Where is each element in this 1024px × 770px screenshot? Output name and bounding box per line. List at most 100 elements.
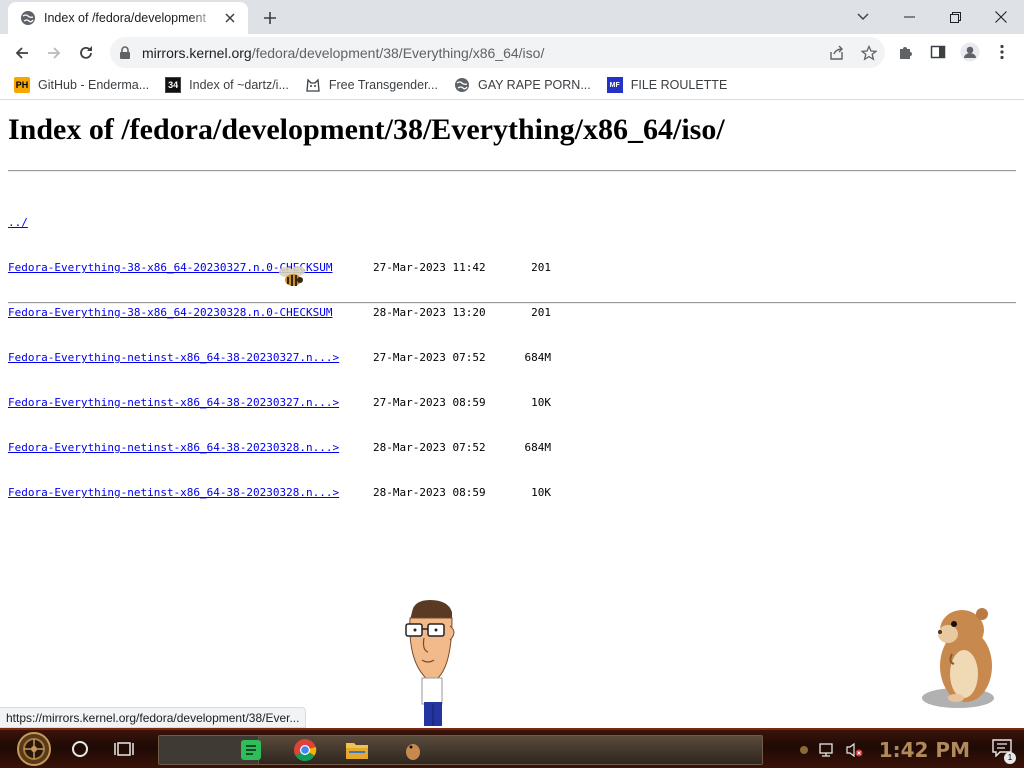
bookmark-star-button[interactable] xyxy=(853,37,885,68)
url-text: mirrors.kernel.org/fedora/development/38… xyxy=(142,44,545,61)
avatar-icon xyxy=(960,42,980,62)
cartoon-man-desktop-pet[interactable] xyxy=(400,598,462,728)
arrow-right-icon xyxy=(48,46,61,59)
lock-icon[interactable] xyxy=(118,45,132,60)
close-window-button[interactable] xyxy=(978,0,1024,34)
list-item: ../ xyxy=(8,215,551,230)
steampunk-start-icon xyxy=(17,732,51,766)
list-item: Fedora-Everything-38-x86_64-20230328.n.0… xyxy=(8,305,551,320)
taskbar-apps-strip xyxy=(158,735,763,765)
minimize-button[interactable] xyxy=(886,0,932,34)
address-bar[interactable]: mirrors.kernel.org/fedora/development/38… xyxy=(110,37,885,68)
network-icon[interactable] xyxy=(819,742,837,758)
list-item: Fedora-Everything-netinst-x86_64-38-2023… xyxy=(8,440,551,455)
list-item: Fedora-Everything-netinst-x86_64-38-2023… xyxy=(8,395,551,410)
file-link[interactable]: Fedora-Everything-netinst-x86_64-38-2023… xyxy=(8,486,339,499)
parent-directory-link[interactable]: ../ xyxy=(8,215,28,230)
file-date: 28-Mar-2023 07:52 xyxy=(373,441,486,454)
hamster-desktop-pet[interactable] xyxy=(918,602,1008,712)
reload-icon xyxy=(80,46,92,59)
cortana-circle-icon xyxy=(72,741,88,757)
task-view-icon xyxy=(114,742,134,756)
bookmark-label: GAY RAPE PORN... xyxy=(477,78,591,92)
file-size: 684M xyxy=(524,441,552,454)
notification-badge: 1 xyxy=(1004,751,1016,764)
bookmark-label: GitHub - Enderma... xyxy=(38,78,150,92)
bookmark-free-transgender[interactable]: Free Transgender... xyxy=(299,73,444,97)
file-listing: ../ Fedora-Everything-38-x86_64-20230327… xyxy=(8,185,551,530)
share-icon xyxy=(830,45,843,60)
tab-strip: Index of /fedora/development xyxy=(0,0,1024,34)
restore-icon xyxy=(949,11,961,23)
file-explorer-button[interactable] xyxy=(335,731,379,769)
file-date: 28-Mar-2023 08:59 xyxy=(373,486,486,499)
tray-overflow-icon[interactable] xyxy=(799,745,809,755)
file-size: 10K xyxy=(531,486,551,499)
hamster-app-button[interactable] xyxy=(391,731,435,769)
tab-active[interactable]: Index of /fedora/development xyxy=(8,2,248,34)
bookmark-index-dartz[interactable]: 34 Index of ~dartz/i... xyxy=(159,73,295,97)
reload-button[interactable] xyxy=(70,37,102,69)
list-item: Fedora-Everything-netinst-x86_64-38-2023… xyxy=(8,350,551,365)
spotify-app-button[interactable] xyxy=(229,731,273,769)
search-button[interactable] xyxy=(58,730,102,768)
close-tab-icon[interactable] xyxy=(222,10,238,26)
folder-icon xyxy=(346,743,368,759)
file-date: 28-Mar-2023 13:20 xyxy=(373,306,486,319)
star-icon xyxy=(861,44,877,61)
bookmark-github-enderman[interactable]: PH GitHub - Enderma... xyxy=(8,73,155,97)
back-button[interactable] xyxy=(6,37,38,69)
bookmark-file-roulette[interactable]: MF FILE ROULETTE xyxy=(601,73,734,97)
file-size: 201 xyxy=(531,306,551,319)
file-link[interactable]: Fedora-Everything-netinst-x86_64-38-2023… xyxy=(8,441,339,454)
divider-top xyxy=(8,170,1016,172)
notes-app-icon xyxy=(241,740,261,760)
file-size: 201 xyxy=(531,261,551,274)
cat-favicon-icon xyxy=(306,78,320,92)
start-button[interactable] xyxy=(10,730,58,768)
file-size: 10K xyxy=(531,396,551,409)
bookmark-gay-rape-porn[interactable]: GAY RAPE PORN... xyxy=(448,73,597,97)
page-content: Index of /fedora/development/38/Everythi… xyxy=(0,100,1024,728)
chevron-down-icon xyxy=(857,13,869,20)
list-item: Fedora-Everything-netinst-x86_64-38-2023… xyxy=(8,485,551,500)
new-tab-button[interactable] xyxy=(258,6,282,30)
chrome-app-button[interactable] xyxy=(283,731,327,769)
bookmark-label: Free Transgender... xyxy=(328,78,438,92)
kebab-menu-icon xyxy=(1000,44,1004,60)
chrome-icon xyxy=(294,739,317,761)
tab-title: Index of /fedora/development xyxy=(44,11,206,25)
side-panel-button[interactable] xyxy=(922,36,954,68)
taskbar: 1:42 PM 1 xyxy=(0,728,1024,768)
file-link[interactable]: Fedora-Everything-38-x86_64-20230328.n.0… xyxy=(8,306,333,319)
extensions-button[interactable] xyxy=(890,36,922,68)
hamster-app-icon xyxy=(406,744,420,760)
bee-sprite-icon[interactable] xyxy=(278,265,308,291)
task-view-button[interactable] xyxy=(102,730,146,768)
file-size: 684M xyxy=(524,351,552,364)
forward-button[interactable] xyxy=(38,37,70,69)
menu-button[interactable] xyxy=(986,36,1018,68)
dartz-favicon-icon: 34 xyxy=(165,77,182,93)
restore-button[interactable] xyxy=(932,0,978,34)
share-button[interactable] xyxy=(821,37,853,68)
volume-muted-icon[interactable] xyxy=(845,742,863,758)
minimize-icon xyxy=(903,16,915,18)
globe-icon xyxy=(21,11,35,25)
clock[interactable]: 1:42 PM xyxy=(879,738,970,762)
file-link[interactable]: Fedora-Everything-netinst-x86_64-38-2023… xyxy=(8,396,339,409)
file-link[interactable]: Fedora-Everything-netinst-x86_64-38-2023… xyxy=(8,351,339,364)
ph-favicon-icon: PH xyxy=(14,77,30,93)
profile-button[interactable] xyxy=(954,36,986,68)
divider-bottom xyxy=(8,302,1016,304)
status-bar: https://mirrors.kernel.org/fedora/develo… xyxy=(0,707,307,728)
notifications-button[interactable]: 1 xyxy=(992,738,1016,764)
side-panel-icon xyxy=(930,45,946,59)
tab-search-button[interactable] xyxy=(840,0,886,34)
browser-toolbar: mirrors.kernel.org/fedora/development/38… xyxy=(0,34,1024,71)
file-date: 27-Mar-2023 07:52 xyxy=(373,351,486,364)
window-controls xyxy=(840,0,1024,34)
close-icon xyxy=(995,11,1007,23)
file-date: 27-Mar-2023 11:42 xyxy=(373,261,486,274)
puzzle-icon xyxy=(900,47,912,59)
